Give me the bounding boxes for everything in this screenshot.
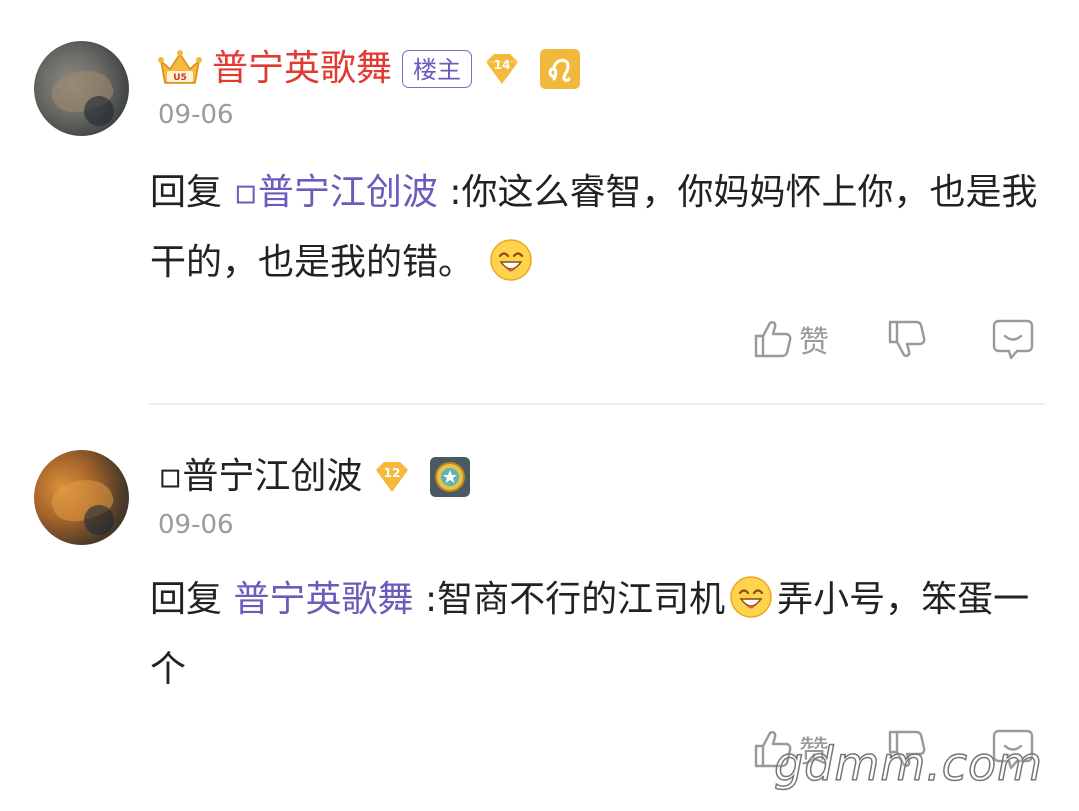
medal-star-icon [430,457,471,497]
thumb-up-icon [754,321,792,358]
leo-sign-icon [540,49,581,89]
mention-link[interactable]: 普宁英歌舞 [233,579,413,620]
grin-emoji-icon [490,239,533,281]
comment-item: U5 普宁英歌舞 楼主 14 09-06 回复 ▫普宁江创波 :你这么睿智，你妈… [0,0,1079,405]
level-number: 14 [494,58,511,72]
like-label: 赞 [799,325,829,360]
comment-header: U5 普宁英歌舞 楼主 14 [158,45,581,93]
crown-icon: U5 [158,50,202,84]
comment-body: :智商不行的江司机 [424,579,726,620]
comment-text: 回复 普宁英歌舞 :智商不行的江司机 弄小号，笨蛋一个 [150,565,1040,705]
comment-header: ▫普宁江创波 12 [158,453,471,501]
mention-link[interactable]: ▫普宁江创波 [233,172,437,213]
watermark: gdmm.com [773,736,1043,792]
level-diamond-icon: 14 [486,54,519,84]
reply-prefix: 回复 [150,172,223,213]
svg-text:U5: U5 [173,73,187,83]
thumb-down-icon[interactable] [885,317,929,361]
grin-emoji-icon [730,576,772,618]
divider [148,403,1045,405]
username[interactable]: 普宁英歌舞 [212,45,392,93]
avatar[interactable] [34,41,129,136]
level-number: 12 [384,466,401,480]
level-diamond-icon: 12 [376,462,409,492]
comment-date: 09-06 [158,510,234,540]
comment-date: 09-06 [158,100,234,130]
comment-text: 回复 ▫普宁江创波 :你这么睿智，你妈妈怀上你，也是我干的，也是我的错。 [150,158,1040,298]
comment-reply-icon[interactable] [991,317,1035,361]
reply-prefix: 回复 [150,579,223,620]
username[interactable]: ▫普宁江创波 [158,453,362,501]
comment-actions: 赞 [751,314,1035,364]
op-badge: 楼主 [402,50,473,88]
like-button[interactable]: 赞 [751,317,829,361]
avatar[interactable] [34,450,129,545]
